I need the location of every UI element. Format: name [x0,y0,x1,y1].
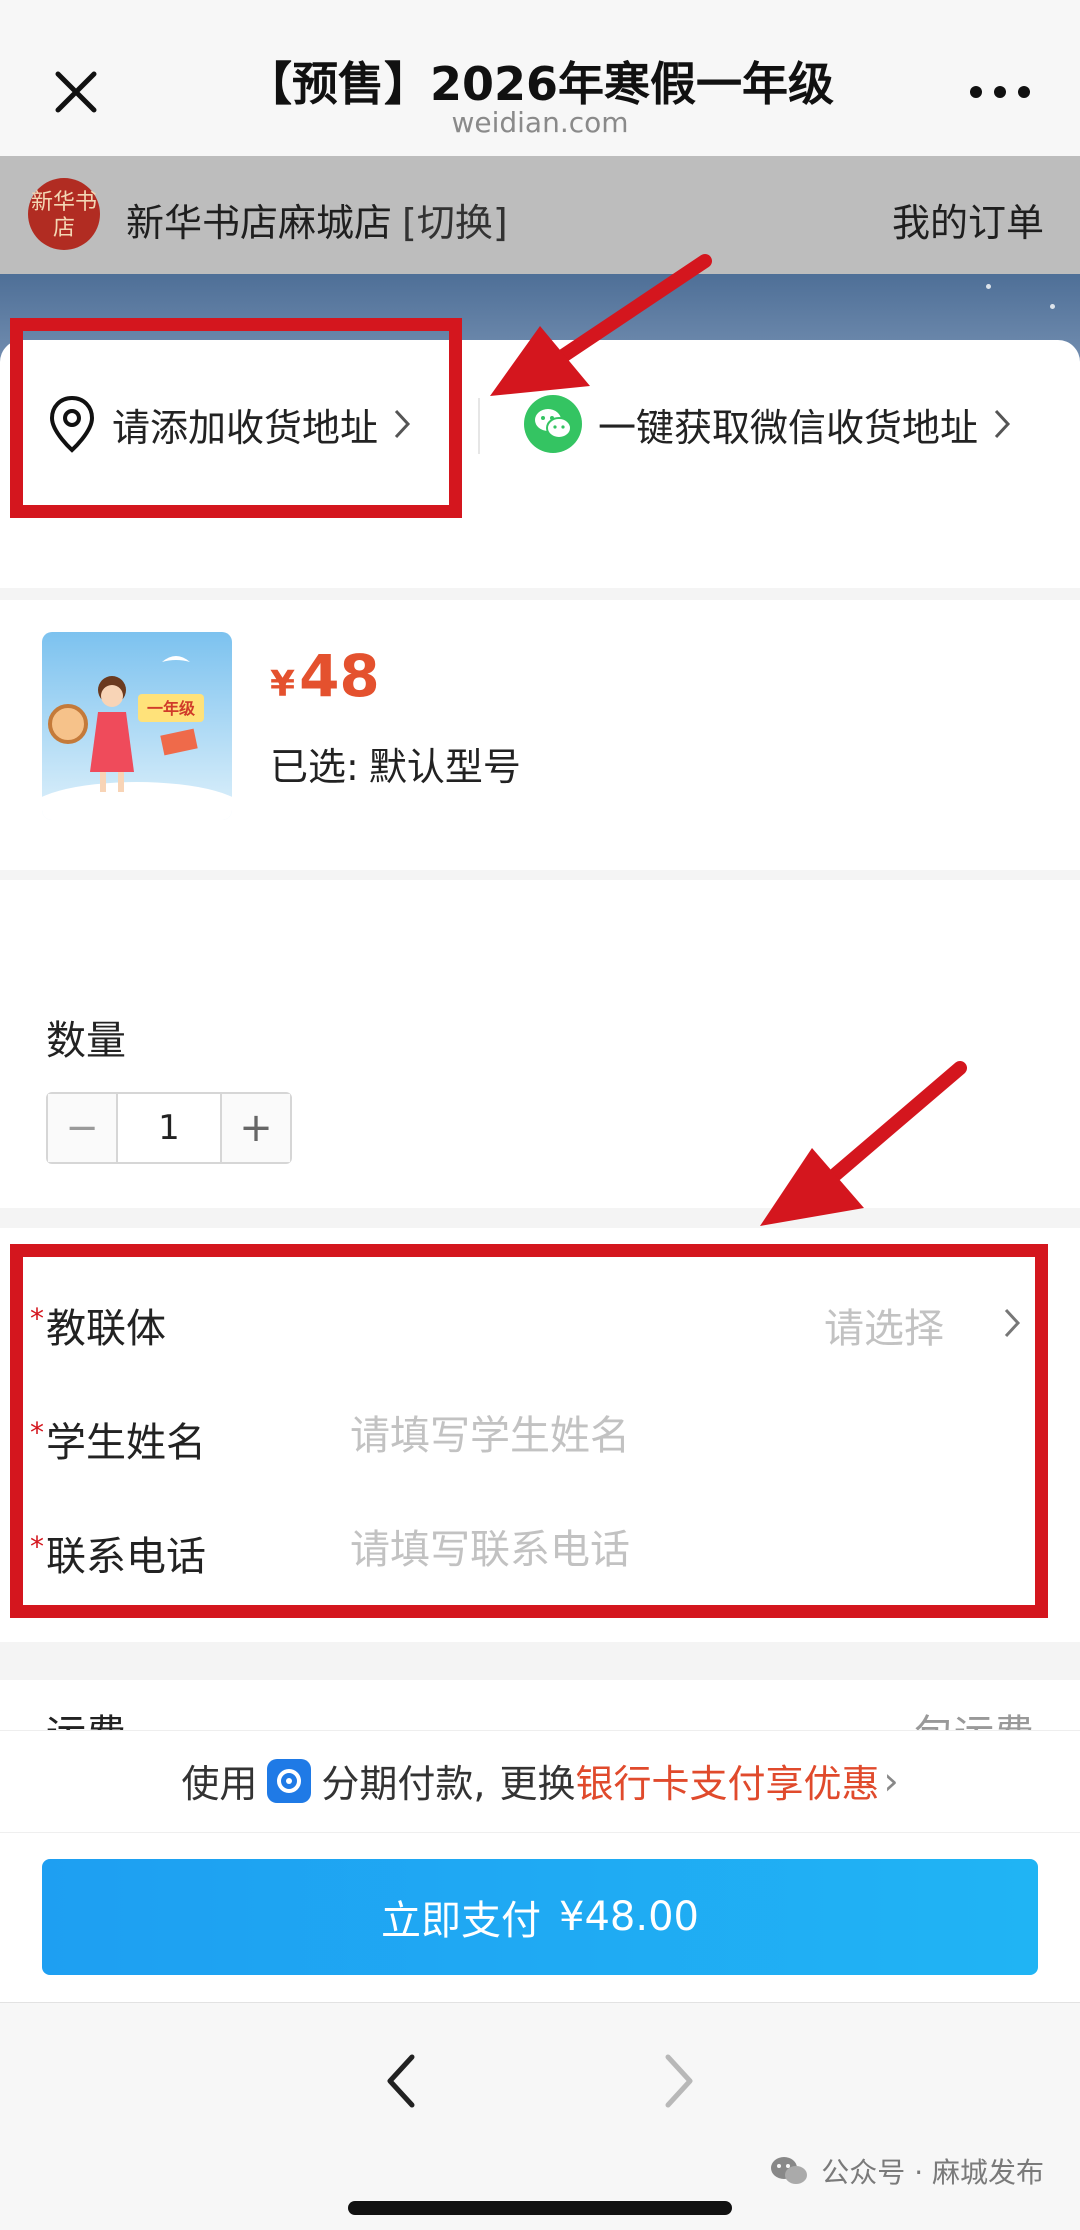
selected-value: 默认型号 [368,745,521,789]
quantity-value[interactable]: 1 [116,1094,222,1162]
watermark-text: 公众号 · 麻城发布 [821,2156,1044,2189]
product-thumbnail[interactable]: 一年级 [42,632,232,820]
promo-change: 更换 [499,1762,576,1806]
promo-highlight: 银行卡支付享优惠 [575,1762,880,1806]
promo-installment: 分期付款, [321,1762,486,1806]
highlight-box-form [10,1244,1048,1618]
shipping-label: 运费 [46,1702,126,1730]
section-gap [0,870,1080,880]
quantity-stepper: − 1 + [46,1092,292,1164]
top-nav-bar: 【预售】2026年寒假一年级 weidian.com [0,0,1080,156]
store-name-text: 新华书店麻城店 [126,201,393,245]
store-name: 新华书店麻城店 [切换] [126,192,508,247]
highlight-box-address [10,318,462,518]
selected-variant[interactable]: 已选: 默认型号 [270,736,521,791]
annotation-arrow-icon [490,254,712,396]
page-domain: weidian.com [451,106,629,139]
shipping-value: 包运费 [914,1702,1034,1730]
divider [478,398,480,454]
currency-symbol: ¥ [270,664,296,705]
more-options-icon[interactable] [960,68,1040,116]
chevron-right-icon: › [883,1758,899,1803]
forward-arrow-icon[interactable] [648,2045,708,2117]
payment-promo[interactable]: 使用 分期付款, 更换 银行卡支付享优惠 › [0,1730,1080,1830]
pay-area: 立即支付 ¥48.00 [0,1832,1080,2002]
increase-button[interactable]: + [222,1094,290,1162]
my-orders-link[interactable]: 我的订单 [892,192,1044,247]
price-value: 48 [299,642,380,710]
pay-label: 立即支付 [381,1898,542,1944]
section-gap [0,1642,1080,1680]
store-logo: 新华书店 [28,178,100,250]
quantity-label: 数量 [46,1018,126,1064]
product-price: ¥48 [270,642,380,710]
watermark: 公众号 · 麻城发布 [769,2151,1044,2191]
home-indicator [348,2201,732,2215]
wechat-icon [771,2157,808,2184]
chevron-right-icon [994,409,1011,439]
thumbnail-text: 一年级 [147,699,196,718]
annotation-arrow-icon [760,1061,967,1226]
browser-bottom-bar: 公众号 · 麻城发布 [0,2002,1080,2230]
back-arrow-icon[interactable] [372,2045,432,2117]
pay-now-button[interactable]: 立即支付 ¥48.00 [42,1859,1038,1975]
selected-label: 已选: [270,745,359,789]
shipping-row: 运费 包运费 [0,1680,1080,1730]
installment-pay-icon [267,1758,312,1803]
decrease-button[interactable]: − [48,1094,116,1162]
section-gap [0,588,1080,600]
close-icon[interactable] [40,56,112,128]
pay-amount: ¥48.00 [559,1894,699,1940]
page-title: 【预售】2026年寒假一年级 [245,57,835,111]
product-card: 一年级 ¥48 已选: 默认型号 [0,600,1080,870]
switch-store-link[interactable]: [切换] [402,201,508,245]
promo-prefix: 使用 [181,1762,258,1806]
